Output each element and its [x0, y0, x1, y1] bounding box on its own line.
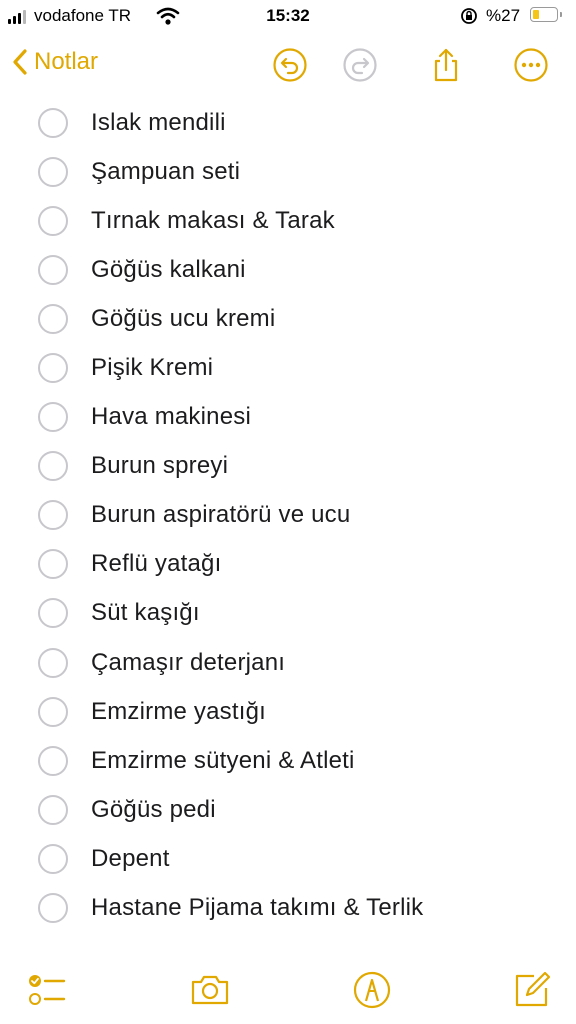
checkbox[interactable] [38, 402, 68, 433]
checklist-item-text[interactable]: Depent [91, 845, 170, 873]
checkbox[interactable] [38, 254, 68, 285]
checklist: Islak mendili Şampuan seti Tırnak makası… [0, 98, 576, 933]
checklist-item[interactable]: Süt kaşığı [0, 589, 576, 638]
checklist-item-text[interactable]: Hastane Pijama takımı & Terlik [91, 894, 423, 922]
checklist-item-text[interactable]: Burun aspiratörü ve ucu [91, 501, 350, 529]
checklist-item-text[interactable]: Şampuan seti [91, 158, 240, 186]
checklist-item-text[interactable]: Tırnak makası & Tarak [91, 207, 335, 235]
checklist-item[interactable]: Hava makinesi [0, 393, 576, 442]
checkbox[interactable] [38, 500, 68, 531]
checklist-item[interactable]: Pişik Kremi [0, 343, 576, 392]
checkbox[interactable] [38, 353, 68, 384]
checkbox[interactable] [38, 696, 68, 727]
checklist-item-text[interactable]: Emzirme yastığı [91, 698, 266, 726]
checklist-item[interactable]: Tırnak makası & Tarak [0, 196, 576, 245]
checklist-item-text[interactable]: Islak mendili [91, 109, 226, 137]
checklist-item[interactable]: Hastane Pijama takımı & Terlik [0, 884, 576, 933]
back-button[interactable]: Notlar [12, 48, 98, 76]
checklist-icon[interactable] [28, 970, 68, 1010]
checklist-item[interactable]: Emzirme yastığı [0, 687, 576, 736]
checklist-item-text[interactable]: Göğüs pedi [91, 796, 216, 824]
status-bar: vodafone TR 15:32 %27 [0, 0, 576, 34]
checkbox[interactable] [38, 893, 68, 924]
checklist-item[interactable]: Göğüs ucu kremi [0, 294, 576, 343]
checklist-item[interactable]: Göğüs pedi [0, 785, 576, 834]
checklist-item-text[interactable]: Emzirme sütyeni & Atleti [91, 747, 355, 775]
battery-percent: %27 [486, 6, 521, 25]
checklist-item[interactable]: Depent [0, 834, 576, 883]
markup-icon[interactable] [352, 970, 392, 1010]
orientation-lock-icon [459, 6, 479, 31]
checkbox[interactable] [38, 794, 68, 825]
checkbox[interactable] [38, 205, 68, 236]
share-icon[interactable] [428, 47, 464, 83]
more-icon[interactable] [513, 47, 549, 83]
undo-icon[interactable] [272, 47, 308, 83]
checklist-item-text[interactable]: Göğüs ucu kremi [91, 305, 275, 333]
checkbox[interactable] [38, 107, 68, 138]
chevron-left-icon [13, 49, 27, 75]
checklist-item-text[interactable]: Hava makinesi [91, 403, 251, 431]
checklist-item[interactable]: Burun spreyi [0, 442, 576, 491]
battery-icon [530, 7, 562, 22]
checklist-item[interactable]: Islak mendili [0, 98, 576, 147]
redo-icon[interactable] [342, 47, 378, 83]
checkbox[interactable] [38, 745, 68, 776]
nav-bar: Notlar [0, 38, 576, 94]
checklist-item[interactable]: Reflü yatağı [0, 540, 576, 589]
back-label: Notlar [34, 48, 99, 75]
checkbox[interactable] [38, 598, 68, 629]
checkbox[interactable] [38, 303, 68, 334]
checklist-item-text[interactable]: Çamaşır deterjanı [91, 649, 285, 677]
checklist-item-text[interactable]: Reflü yatağı [91, 550, 221, 578]
checklist-item-text[interactable]: Süt kaşığı [91, 599, 200, 627]
checklist-item-text[interactable]: Pişik Kremi [91, 354, 213, 382]
checklist-item[interactable]: Çamaşır deterjanı [0, 638, 576, 687]
checklist-item[interactable]: Şampuan seti [0, 147, 576, 196]
checklist-item-text[interactable]: Burun spreyi [91, 452, 228, 480]
checklist-item-text[interactable]: Göğüs kalkani [91, 256, 246, 284]
bottom-toolbar [0, 954, 576, 1024]
checkbox[interactable] [38, 647, 68, 678]
compose-icon[interactable] [512, 970, 552, 1010]
checkbox[interactable] [38, 843, 68, 874]
checklist-item[interactable]: Emzirme sütyeni & Atleti [0, 736, 576, 785]
camera-icon[interactable] [190, 970, 230, 1010]
battery-level [533, 10, 539, 19]
checkbox[interactable] [38, 156, 68, 187]
checkbox[interactable] [38, 549, 68, 580]
checkbox[interactable] [38, 451, 68, 482]
checklist-item[interactable]: Burun aspiratörü ve ucu [0, 491, 576, 540]
checklist-item[interactable]: Göğüs kalkani [0, 245, 576, 294]
